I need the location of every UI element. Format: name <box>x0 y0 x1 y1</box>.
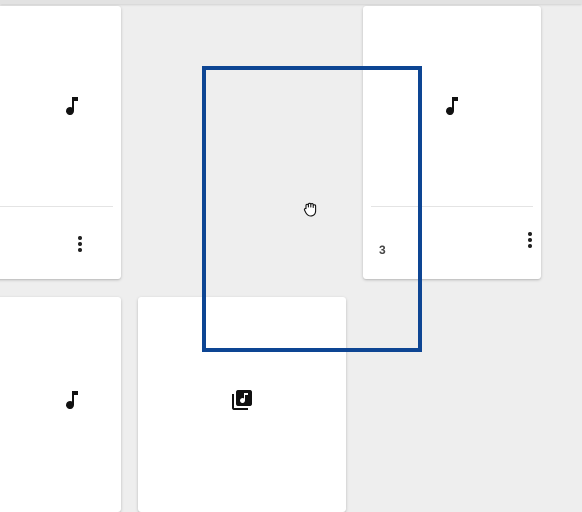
media-card[interactable] <box>0 6 121 279</box>
top-bar-shadow <box>0 0 582 4</box>
media-card[interactable] <box>0 297 121 512</box>
more-vert-icon <box>78 236 82 252</box>
music-note-icon <box>65 97 78 116</box>
music-note-icon <box>65 391 78 410</box>
album-icon <box>232 390 252 410</box>
card-artwork <box>0 297 121 503</box>
card-artwork <box>0 6 121 206</box>
music-note-icon <box>446 97 458 116</box>
grab-hand-icon <box>303 202 317 217</box>
more-vert-icon <box>528 232 532 248</box>
more-options-button[interactable] <box>518 228 541 252</box>
card-divider <box>0 206 113 207</box>
more-options-button[interactable] <box>68 232 92 256</box>
